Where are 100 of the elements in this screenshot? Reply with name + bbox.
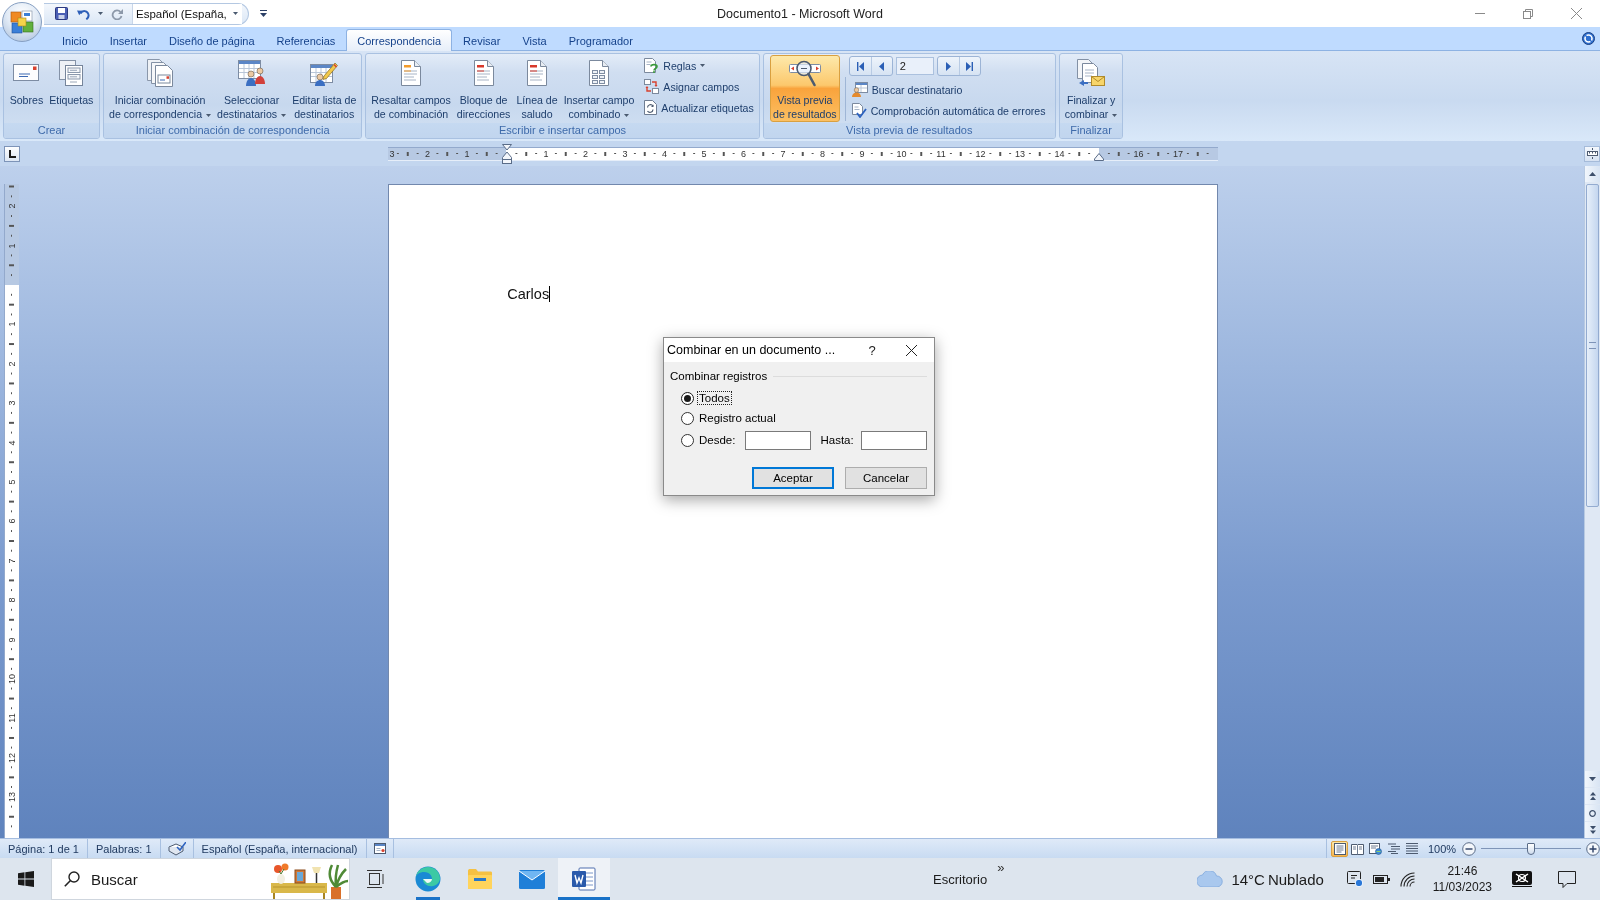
ribbon-button[interactable]: Iniciar combinación de correspondencia: [106, 55, 215, 122]
ribbon-tab[interactable]: Programador: [557, 29, 644, 51]
ribbon-button[interactable]: Editar lista de destinatarios: [289, 55, 360, 122]
radio-label[interactable]: Desde:: [698, 434, 737, 446]
text-cursor-icon: [549, 286, 551, 302]
right-indent-marker-icon[interactable]: [1094, 152, 1104, 161]
ribbon-button[interactable]: Bloque de direcciones: [453, 55, 514, 122]
skip-end-icon: [966, 61, 974, 71]
ribbon-tab[interactable]: Vista: [511, 29, 558, 51]
search-box[interactable]: Buscar: [51, 858, 350, 900]
zoom-level[interactable]: 100%: [1428, 842, 1462, 855]
dialog-title: Combinar en un documento ...: [667, 343, 837, 357]
previous-page-button[interactable]: [1585, 788, 1600, 804]
ribbon-button[interactable]: Vista previa de resultados: [770, 55, 840, 122]
dialog-button[interactable]: Aceptar: [752, 467, 834, 489]
document-question-icon: [644, 58, 660, 73]
view-button[interactable]: [1331, 840, 1348, 857]
group-label: Vista previa de resultados: [763, 123, 1055, 138]
ribbon-tab[interactable]: Correspondencia: [346, 29, 453, 51]
book-check-icon[interactable]: [167, 841, 186, 856]
zoom-in-button[interactable]: [1586, 841, 1600, 856]
clock-button[interactable]: 21:46 11/03/2023: [1432, 863, 1492, 895]
ruler-number: 7: [6, 558, 17, 564]
task-view-icon: [367, 870, 385, 888]
ribbon-button[interactable]: Buscar destinatario: [848, 79, 1049, 100]
ruler-number: 11: [936, 148, 946, 159]
refresh-document-icon: [644, 100, 658, 115]
ribbon-button[interactable]: Asignar campos: [641, 76, 757, 97]
ruler-number: 2: [6, 361, 17, 367]
ruler-number: 10: [896, 148, 907, 159]
search-input[interactable]: Buscar: [91, 870, 260, 888]
ribbon-tab[interactable]: Inicio: [51, 29, 99, 51]
taskbar-app-button[interactable]: [558, 858, 610, 900]
ribbon-button[interactable]: Sobres: [6, 55, 47, 122]
ribbon-button[interactable]: Etiquetas: [46, 55, 97, 122]
monitor-badge-icon[interactable]: [1346, 871, 1363, 887]
dialog-button[interactable]: Cancelar: [845, 467, 927, 489]
triangle-right-icon: [945, 61, 951, 71]
tab-stop-button[interactable]: [4, 145, 20, 162]
outline-lines-icon: [1387, 843, 1400, 854]
scroll-down-button[interactable]: [1585, 771, 1600, 787]
ruler-number: 1: [464, 148, 470, 159]
scroll-thumb[interactable]: [1586, 184, 1599, 507]
browse-object-button[interactable]: [1585, 805, 1600, 821]
to-field[interactable]: [860, 430, 927, 450]
next-page-button[interactable]: [1585, 822, 1600, 838]
view-button[interactable]: [1385, 840, 1402, 857]
zoom-out-button[interactable]: [1462, 841, 1476, 856]
scroll-up-button[interactable]: [1585, 166, 1600, 182]
ribbon-button[interactable]: Seleccionar destinatarios: [214, 55, 290, 122]
toolbar-overflow-button[interactable]: »: [997, 860, 1005, 875]
ruler-number: 1: [6, 243, 17, 249]
ribbon-tab[interactable]: Diseño de página: [158, 29, 266, 51]
minus-circle-icon: [1462, 841, 1476, 856]
group-label: Crear: [4, 123, 99, 138]
ribbon-button[interactable]: Actualizar etiquetas: [641, 97, 757, 118]
indent-marker-icon[interactable]: [501, 143, 512, 164]
wifi-icon[interactable]: [1399, 871, 1415, 887]
grid-person-icon: [851, 82, 868, 97]
envelope-icon: [13, 64, 40, 81]
view-button[interactable]: [1403, 840, 1420, 857]
ribbon-tab[interactable]: Insertar: [98, 29, 158, 51]
language-dropdown[interactable]: Español (España,: [132, 3, 242, 24]
battery-icon[interactable]: [1372, 874, 1390, 884]
ruler-number: 14: [1054, 148, 1065, 159]
ruler-number: 4: [662, 148, 667, 159]
help-icon[interactable]: [1582, 32, 1595, 45]
field-label: Hasta:: [820, 434, 854, 446]
x-box-icon[interactable]: [1512, 871, 1532, 887]
radio-button[interactable]: [681, 391, 694, 405]
slider-thumb[interactable]: [1527, 842, 1535, 855]
ribbon-button[interactable]: Comprobación automática de errores: [848, 100, 1049, 121]
ribbon-button[interactable]: Resaltar campos de combinación: [368, 55, 454, 122]
ribbon-button[interactable]: Finalizar y combinar: [1061, 55, 1121, 122]
cloud-icon: [1197, 871, 1224, 887]
circle-icon: [1589, 809, 1596, 817]
speech-bubble-icon[interactable]: [1558, 870, 1576, 888]
ruler-number: 17: [1173, 148, 1183, 159]
ruler-toggle-button[interactable]: [1584, 145, 1600, 162]
draft-lines-icon: [1405, 843, 1418, 854]
group-label: Combinar registros: [670, 370, 768, 382]
help-button[interactable]: ?: [858, 342, 886, 358]
ribbon-button[interactable]: Línea de saludo: [513, 55, 561, 122]
radio-button[interactable]: [681, 433, 694, 447]
radio-label[interactable]: Registro actual: [698, 412, 777, 424]
ruler-number: 3: [6, 400, 17, 406]
documents-envelope-icon: [1077, 58, 1106, 87]
record-number-field[interactable]: 2: [895, 57, 934, 75]
radio-label[interactable]: Todos: [698, 392, 731, 404]
weather-button[interactable]: 14°C Nublado: [1197, 870, 1324, 888]
ribbon-tab[interactable]: Referencias: [265, 29, 347, 51]
save-button[interactable]: [52, 4, 71, 23]
swirl-icon: [415, 866, 441, 892]
ribbon-button[interactable]: Insertar campo combinado: [560, 55, 638, 122]
radio-button[interactable]: [681, 411, 694, 425]
ribbon-tab[interactable]: Revisar: [452, 29, 512, 51]
ribbon-button[interactable]: Reglas: [641, 55, 757, 76]
caret-icon: [232, 12, 238, 15]
from-field[interactable]: [745, 430, 812, 450]
view-button[interactable]: [1367, 840, 1384, 857]
